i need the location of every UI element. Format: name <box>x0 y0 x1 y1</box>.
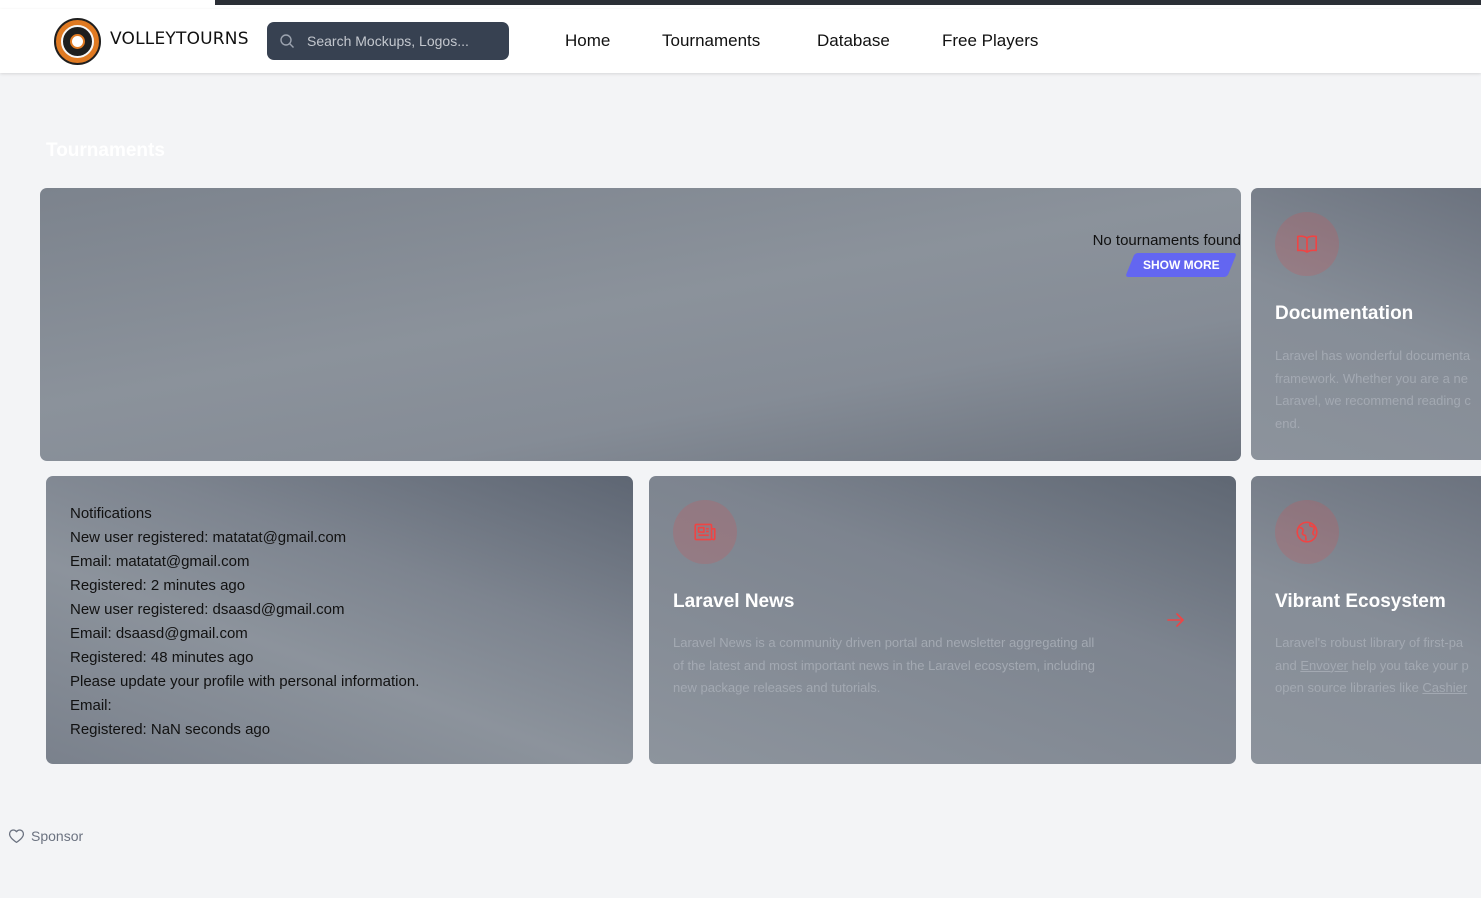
ecosystem-desc-line: Laravel's robust library of first-pa <box>1275 635 1464 650</box>
documentation-card[interactable]: Documentation Laravel has wonderful docu… <box>1251 188 1481 460</box>
notification-line: New user registered: dsaasd@gmail.com <box>70 601 345 618</box>
tournaments-heading: Tournaments <box>46 140 165 161</box>
envoyer-link[interactable]: Envoyer <box>1300 658 1348 673</box>
cashier-link[interactable]: Cashier <box>1422 680 1467 695</box>
documentation-desc-line: end. <box>1275 415 1301 431</box>
documentation-desc-line: Laravel, we recommend reading c <box>1275 393 1471 408</box>
nav-tournaments[interactable]: Tournaments <box>662 31 760 51</box>
notification-line: Email: matatat@gmail.com <box>70 553 250 570</box>
nav-home[interactable]: Home <box>565 31 610 51</box>
empty-tournaments-message: No tournaments found <box>1092 232 1241 249</box>
tournaments-card: No tournaments found SHOW MORE <box>40 188 1241 461</box>
brand-name[interactable]: VOLLEYTOURNS <box>110 29 249 49</box>
ecosystem-desc-text: help you take your p <box>1348 657 1469 673</box>
globe-icon <box>1275 500 1339 564</box>
ecosystem-desc-line: and Envoyer help you take your p <box>1275 655 1469 678</box>
nav-free-players[interactable]: Free Players <box>942 31 1038 51</box>
laravel-news-title: Laravel News <box>673 591 795 612</box>
notification-line: Email: dsaasd@gmail.com <box>70 625 248 642</box>
laravel-news-desc-line: new package releases and tutorials. <box>673 680 881 695</box>
book-icon <box>1275 212 1339 276</box>
vibrant-ecosystem-description: Laravel's robust library of first-pa and… <box>1275 632 1469 700</box>
browser-top-bar <box>215 0 1481 5</box>
notification-line: Registered: NaN seconds ago <box>70 721 271 738</box>
notification-line: Registered: 48 minutes ago <box>70 649 254 666</box>
search-box[interactable] <box>267 22 509 60</box>
documentation-desc-line: framework. Whether you are a ne <box>1275 370 1468 386</box>
search-input[interactable] <box>307 31 497 51</box>
laravel-news-description: Laravel News is a community driven porta… <box>673 632 1095 700</box>
show-more-label: SHOW MORE <box>1142 258 1220 272</box>
notifications-card: Notifications New user registered: matat… <box>46 476 633 764</box>
ecosystem-desc-text: and <box>1275 657 1301 673</box>
heart-icon <box>8 829 25 844</box>
documentation-desc-line: Laravel has wonderful documenta <box>1275 348 1471 363</box>
laravel-news-desc-line: of the latest and most important news in… <box>673 657 1095 673</box>
browser-top-strip <box>0 0 1481 9</box>
sponsor-label: Sponsor <box>31 828 84 844</box>
notification-line: Registered: 2 minutes ago <box>70 577 246 594</box>
documentation-title: Documentation <box>1275 303 1414 324</box>
ecosystem-desc-text: open source libraries like <box>1275 680 1423 695</box>
nav-database[interactable]: Database <box>817 31 890 51</box>
notifications-list: Notifications New user registered: matat… <box>70 502 419 742</box>
notification-line: Please update your profile with personal… <box>70 673 420 690</box>
arrow-right-icon[interactable] <box>1165 610 1187 630</box>
show-more-button[interactable]: SHOW MORE <box>1125 253 1237 277</box>
newspaper-icon <box>673 500 737 564</box>
notification-line: New user registered: matatat@gmail.com <box>70 529 347 546</box>
laravel-news-desc-line: Laravel News is a community driven porta… <box>673 635 1095 650</box>
vibrant-ecosystem-card[interactable]: Vibrant Ecosystem Laravel's robust libra… <box>1251 476 1481 764</box>
ecosystem-desc-line: open source libraries like Cashier <box>1275 677 1469 700</box>
documentation-description: Laravel has wonderful documenta framewor… <box>1275 345 1471 435</box>
sponsor-link[interactable]: Sponsor <box>8 828 83 844</box>
logo-ring <box>61 25 94 58</box>
search-icon <box>280 34 294 48</box>
laravel-news-card[interactable]: Laravel News Laravel News is a community… <box>649 476 1236 764</box>
vibrant-ecosystem-title: Vibrant Ecosystem <box>1275 591 1446 612</box>
notification-line: Email: <box>70 697 112 714</box>
navbar: VOLLEYTOURNS Home Tournaments Database F… <box>0 9 1481 73</box>
volleyball-icon <box>70 34 85 49</box>
notifications-heading: Notifications <box>70 505 152 522</box>
volleyball-logo-icon[interactable] <box>54 18 101 65</box>
